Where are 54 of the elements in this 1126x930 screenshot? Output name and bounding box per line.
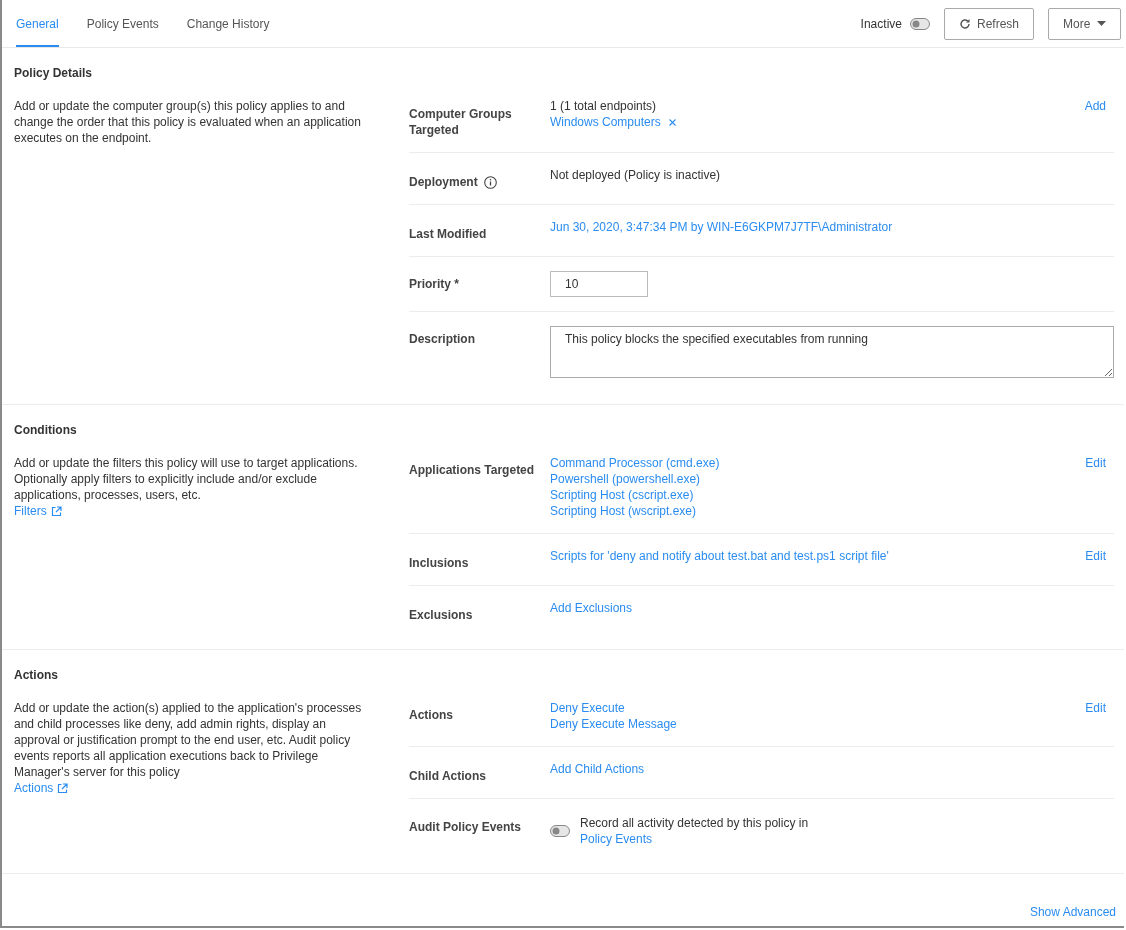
more-button[interactable]: More: [1048, 7, 1121, 40]
section-description: Add or update the action(s) applied to the application's processes and child processes like deny, add admin rights, display an approval or justification prompt to the end user, etc. Audit policy events reports all application executions back to Privilege Manager's server for this policy: [14, 700, 363, 780]
docs-link[interactable]: Filters: [14, 503, 47, 519]
status-label: Inactive: [860, 16, 902, 31]
section-description: Add or update the filters this policy will use to target applications. Optionally apply filters to explicitly include and/or exclude applications, processes, users, etc.: [14, 455, 359, 503]
field-label: Applications Targeted: [409, 462, 535, 478]
field-label: Actions: [409, 707, 453, 723]
remove-icon[interactable]: [668, 118, 676, 126]
field-label: Exclusions: [409, 607, 473, 623]
value-link[interactable]: Command Processor (cmd.exe): [550, 455, 1074, 471]
toggle-switch[interactable]: [909, 17, 930, 30]
value-link[interactable]: Scripting Host (wscript.exe): [550, 503, 1074, 519]
refresh-icon: [958, 17, 971, 30]
docs-link[interactable]: Actions: [14, 780, 54, 796]
tab[interactable]: Policy Events: [86, 2, 159, 47]
action-link[interactable]: Edit: [1085, 548, 1106, 564]
value-link[interactable]: Scripting Host (cscript.exe): [550, 487, 1074, 503]
action-link[interactable]: Edit: [1085, 700, 1106, 716]
refresh-button[interactable]: Refresh: [943, 7, 1034, 40]
external-link-icon: [50, 505, 62, 517]
section-description: Add or update the computer group(s) this policy applies to and change the order that this policy is evaluated when an application executes on the endpoint.: [14, 98, 362, 146]
caret-icon: [1097, 21, 1106, 26]
value-link[interactable]: Scripts for 'deny and notify about test.bat and test.ps1 script file': [550, 548, 1074, 564]
field-label: Deployment: [409, 174, 478, 190]
external-link-icon: [57, 782, 69, 794]
priority-input[interactable]: 10: [550, 271, 648, 297]
field-label: Last Modified: [409, 226, 487, 242]
toggle-switch[interactable]: [550, 825, 570, 837]
value-link[interactable]: Deny Execute Message: [550, 716, 1074, 732]
field-label: Audit Policy Events: [409, 819, 522, 835]
value-link[interactable]: Powershell (powershell.exe): [550, 471, 1074, 487]
section-title: Policy Details: [14, 66, 94, 80]
value-link[interactable]: Add Child Actions: [550, 761, 1114, 777]
policy-events-link[interactable]: Policy Events: [580, 831, 809, 847]
field-label: Description: [409, 331, 475, 347]
value-link[interactable]: Deny Execute: [550, 700, 1074, 716]
value-link[interactable]: Jun 30, 2020, 3:47:34 PM by WIN-E6GKPM7J7TF\Administrator: [550, 219, 1114, 235]
group-link[interactable]: Windows Computers: [550, 114, 661, 130]
section-title: Actions: [14, 668, 59, 682]
section-title: Conditions: [14, 423, 78, 437]
field-label: Child Actions: [409, 768, 486, 784]
endpoint-count: 1 (1 total endpoints): [550, 98, 658, 114]
show-advanced-link[interactable]: Show Advanced: [1029, 905, 1116, 919]
value-link[interactable]: Add Exclusions: [550, 600, 1114, 616]
field-value: Not deployed (Policy is inactive): [550, 167, 722, 183]
action-link[interactable]: Add: [1084, 98, 1106, 114]
field-label: Priority *: [409, 276, 459, 292]
tab[interactable]: General: [16, 2, 59, 47]
action-link[interactable]: Edit: [1085, 455, 1106, 471]
description-textarea[interactable]: This policy blocks the specified executables from running: [550, 326, 1114, 378]
tab[interactable]: Change History: [186, 2, 270, 47]
audit-text: Record all activity detected by this policy in Policy Events: [580, 815, 809, 847]
field-label: Inclusions: [409, 555, 469, 571]
field-label: Computer Groups Targeted: [409, 106, 513, 138]
